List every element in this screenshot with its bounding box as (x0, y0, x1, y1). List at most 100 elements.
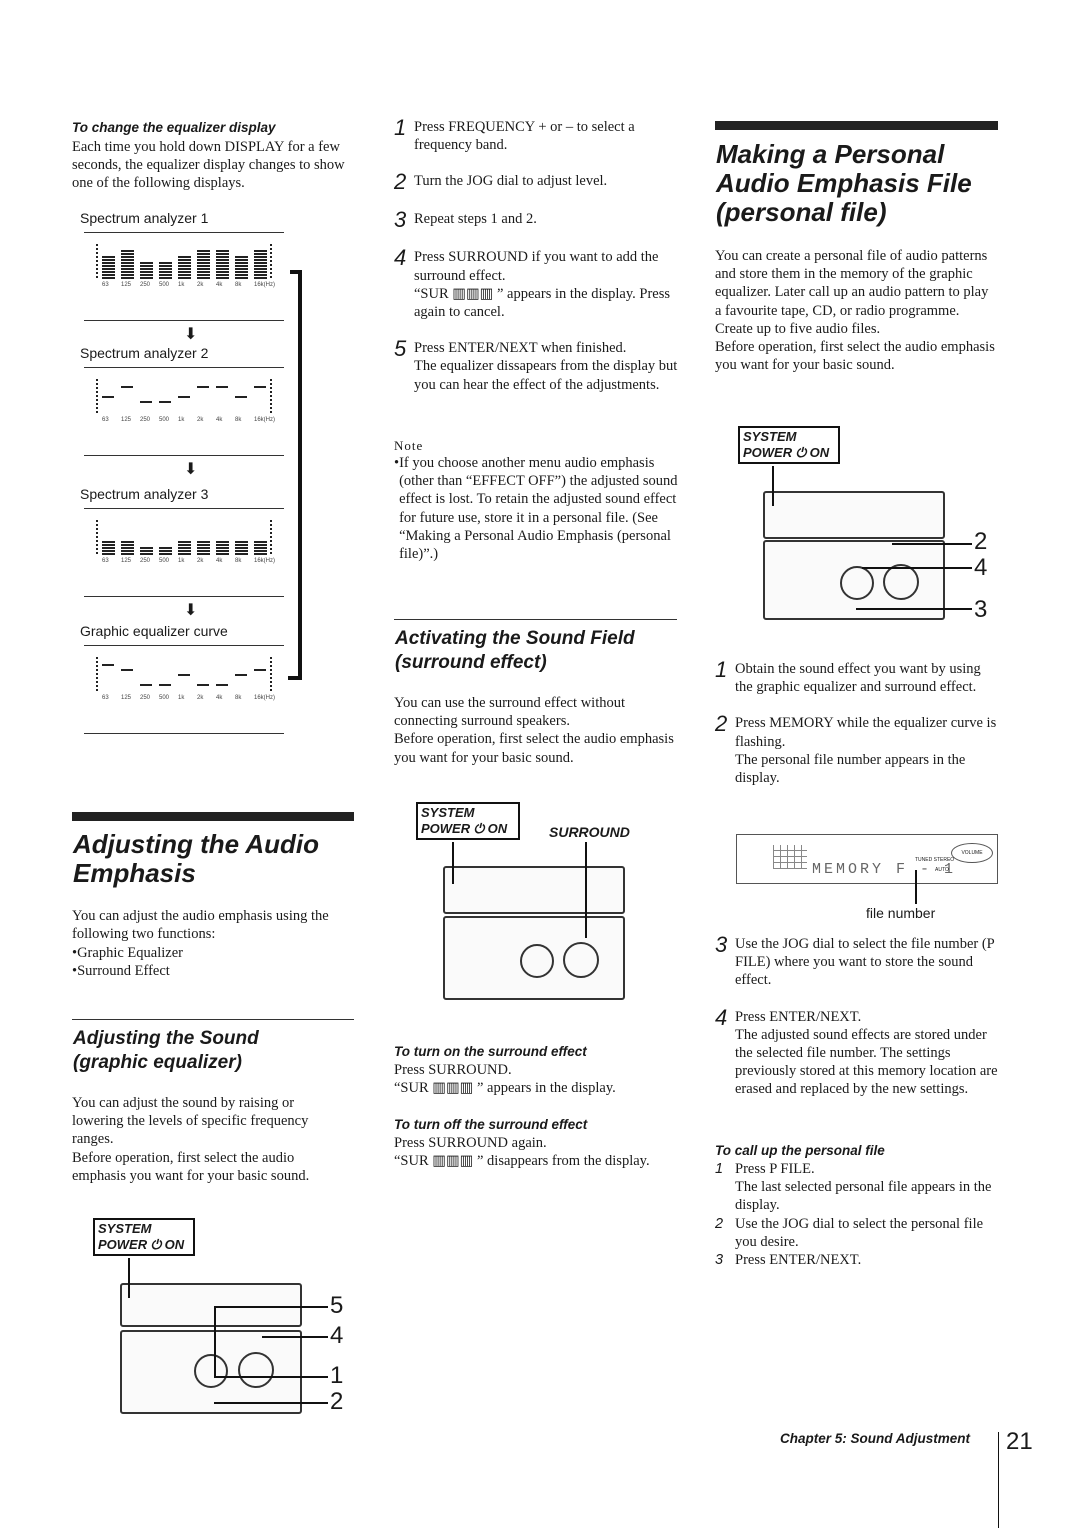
step-2: 2 Use the JOG dial to select the personal… (715, 1215, 1000, 1251)
eq-level-mark (159, 401, 171, 403)
step-number: 1 (394, 115, 407, 140)
eq-bar-segment (178, 541, 191, 543)
display-label: Graphic equalizer curve (80, 623, 228, 639)
call-up-title: To call up the personal file (715, 1143, 885, 1158)
freq-label: 16k(Hz) (254, 558, 276, 564)
eq-bar-segment (102, 262, 115, 264)
eq-bar-segment (102, 550, 115, 552)
step-text: Press ENTER/NEXT when finished. (414, 340, 627, 357)
eq-level-mark (197, 386, 209, 388)
memory-display: MEMORY F - 1 TUNED STEREO AUTO VOLUME (736, 834, 998, 884)
eq-bar-segment (216, 259, 229, 261)
freq-label: 4k (216, 417, 223, 423)
callout-2: 2 (974, 528, 988, 555)
arrow-down-icon: ⬇ (184, 461, 198, 478)
chapter-label: Chapter 5: Sound Adjustment (780, 1431, 971, 1446)
eq-bar-segment (121, 268, 134, 270)
section-bar (72, 812, 354, 821)
step-text: Press FREQUENCY + or – to select a frequ… (414, 119, 635, 154)
freq-label: 500 (159, 417, 170, 423)
eq-bar-segment (178, 256, 191, 258)
step-text: Use the JOG dial to select the personal … (735, 1215, 984, 1250)
eq-bar-segment (197, 541, 210, 543)
display-label: Spectrum analyzer 2 (80, 345, 209, 361)
eq-bar-segment (197, 550, 210, 552)
step-detail: “SUR ▥▥▥ ” appears in the display. Press… (414, 285, 671, 321)
eq-bar-segment (254, 553, 267, 555)
eq-bar-segment (235, 268, 248, 270)
turn-off-text: Press SURROUND again. (394, 1135, 547, 1151)
eq-bar-segment (197, 250, 210, 252)
function-item: •Surround Effect (72, 963, 170, 980)
eq-bar-segment (235, 259, 248, 261)
eq-level-mark (121, 386, 133, 388)
stereo-unit-bottom (443, 916, 625, 1000)
eq-level-mark (140, 684, 152, 686)
eq-bar-segment (216, 262, 229, 264)
call-up-steps: 1 Press P FILE. The last selected personal… (715, 1160, 1000, 1269)
section-text: You can use the surround effect without … (394, 695, 626, 730)
divider (394, 619, 677, 620)
callout-5: 5 (330, 1292, 344, 1319)
turn-on-text: “SUR ▥▥▥ ” appears in the display. (394, 1080, 616, 1097)
eq-bar-segment (178, 259, 191, 261)
callout-2: 2 (330, 1388, 344, 1415)
footer-divider (998, 1432, 999, 1528)
turn-off-title: To turn off the surround effect (394, 1117, 588, 1132)
eq-bar-segment (159, 271, 172, 273)
step-5: 5 Press ENTER/NEXT when finished. The equa… (394, 336, 679, 394)
step-number: 5 (394, 336, 407, 362)
eq-bar-segment (235, 265, 248, 267)
freq-label: 8k (235, 282, 242, 288)
step-detail: The equalizer dissapears from the displa… (414, 358, 678, 393)
freq-label: 2k (197, 417, 204, 423)
jog-dial[interactable] (194, 1354, 228, 1388)
eq-bar-segment (216, 274, 229, 276)
step-text: Use the JOG dial to select the file numb… (735, 936, 995, 989)
step-number: 1 (715, 1161, 724, 1177)
eq-bar-segment (235, 256, 248, 258)
eq-bar-segment (254, 274, 267, 276)
eq-bar-segment (235, 274, 248, 276)
step-text: Press MEMORY while the equalizer curve i… (735, 715, 997, 750)
eq-bar-segment (121, 262, 134, 264)
eq-bar-segment (140, 277, 153, 279)
step-3: 3 Use the JOG dial to select the file num… (715, 934, 1000, 990)
system-power-badge: SYSTEM POWER ⏻ ON (93, 1218, 195, 1256)
eq-bar-segment (121, 541, 134, 543)
eq-bar-segment (254, 277, 267, 279)
step-number: 3 (394, 207, 407, 233)
page-number: 21 (1006, 1428, 1033, 1455)
eq-level-mark (235, 674, 247, 676)
eq-bar-segment (197, 262, 210, 264)
personal-file-steps-continued: 3 Use the JOG dial to select the file num… (715, 934, 1000, 1117)
eq-bar-segment (254, 250, 267, 252)
step-number: 2 (715, 711, 728, 737)
eq-bar-segment (121, 553, 134, 555)
eq-bar-segment (140, 547, 153, 549)
note: • If you choose another menu audio emphas… (394, 455, 678, 563)
eq-bar-segment (178, 271, 191, 273)
volume-knob[interactable] (238, 1352, 274, 1388)
eq-bar-segment (197, 553, 210, 555)
function-item: •Graphic Equalizer (72, 945, 183, 961)
freq-label: 250 (140, 695, 151, 701)
step-number: 2 (715, 1215, 724, 1232)
freq-label: 1k (178, 282, 185, 288)
eq-bar-segment (102, 265, 115, 267)
step-detail: The adjusted sound effects are stored un… (735, 1026, 998, 1098)
personal-file-steps: 1 Obtain the sound effect you want by usi… (715, 658, 1000, 805)
eq-bar-segment (197, 256, 210, 258)
tuned-stereo-indicator: TUNED STEREO (915, 857, 955, 863)
step-3: 3 Press ENTER/NEXT. (715, 1251, 1000, 1269)
eq-bar-segment (102, 553, 115, 555)
freq-label: 4k (216, 282, 223, 288)
step-text: Press ENTER/NEXT. (735, 1252, 862, 1269)
eq-bar-segment (140, 553, 153, 555)
freq-label: 1k (178, 558, 185, 564)
eq-bar-segment (102, 547, 115, 549)
eq-bar-segment (216, 253, 229, 255)
eq-bar-segment (102, 259, 115, 261)
eq-display-text: Each time you hold down DISPLAY for a fe… (72, 139, 345, 192)
eq-bar-segment (197, 544, 210, 546)
